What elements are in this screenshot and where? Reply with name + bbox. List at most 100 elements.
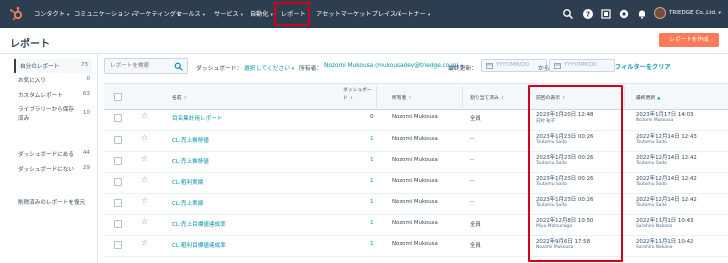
favorite-star-icon[interactable]: ☆ bbox=[141, 154, 148, 163]
row-checkbox[interactable] bbox=[114, 136, 122, 144]
sort-icon: ⇕ bbox=[183, 95, 187, 100]
report-name-link[interactable]: CL:粗利目標値達成率 bbox=[172, 241, 226, 249]
search-input[interactable] bbox=[105, 59, 173, 73]
nav-automation[interactable]: 自動化 ▾ bbox=[250, 9, 273, 18]
favorite-star-icon[interactable]: ☆ bbox=[141, 133, 148, 142]
sort-icon: ⇕ bbox=[500, 95, 505, 100]
assigned-value: -- bbox=[470, 136, 474, 142]
owner-name: Nozomi Mukousa bbox=[392, 136, 438, 142]
date-to-input[interactable]: YYYY/MM/DD bbox=[549, 59, 615, 72]
owner-filter-label: 所有者： bbox=[299, 66, 323, 72]
last-updated-date: 2023年1月17日 14:03 bbox=[636, 112, 694, 118]
search-icon[interactable] bbox=[562, 8, 574, 20]
assigned-value: -- bbox=[470, 199, 474, 205]
sidebar-item-custom-reports[interactable]: カスタムレポート 63 bbox=[18, 91, 90, 99]
restore-deleted-reports-link[interactable]: 削除済みのレポートを復元 bbox=[18, 198, 98, 206]
favorite-star-icon[interactable]: ☆ bbox=[141, 111, 148, 120]
owner-filter-dropdown[interactable]: Nozomi Mukousa (mukousadev@triedge.co.jp… bbox=[324, 63, 463, 69]
avatar[interactable] bbox=[654, 7, 666, 19]
nav-marketing[interactable]: マーケティング ▾ bbox=[133, 9, 180, 18]
dashboard-filter-dropdown[interactable]: 選択してください ▾ bbox=[244, 63, 294, 72]
clear-filters-link[interactable]: フィルターをクリア bbox=[615, 62, 671, 71]
row-checkbox[interactable] bbox=[114, 178, 122, 186]
account-name[interactable]: TRIEDGE Co.,Ltd. ▾ bbox=[669, 10, 721, 16]
chevron-down-icon: ▾ bbox=[427, 13, 431, 18]
last-updated-date: 2022年12月14日 12:42 bbox=[636, 197, 697, 203]
chevron-down-icon: ▾ bbox=[291, 67, 295, 72]
svg-text:?: ? bbox=[586, 11, 590, 19]
report-name-link[interactable]: CL:売上推移値 bbox=[172, 157, 209, 165]
bell-icon[interactable] bbox=[636, 8, 648, 20]
sidebar-item-my-reports[interactable]: 自分のレポート 73 bbox=[14, 59, 92, 73]
row-checkbox[interactable] bbox=[114, 157, 122, 165]
nav-contacts[interactable]: コンタクト ▾ bbox=[34, 9, 69, 18]
nav-asset-marketplace[interactable]: アセットマーケットプレイス ▾ bbox=[316, 9, 400, 18]
page-header bbox=[0, 28, 728, 54]
column-header-last-updated[interactable]: 最終更新 ▲ bbox=[636, 94, 660, 101]
last-updated-user: Tsutomu Saito bbox=[636, 140, 667, 145]
sidebar-item-on-dashboard[interactable]: ダッシュボードにある 44 bbox=[18, 150, 90, 158]
row-checkbox[interactable] bbox=[114, 114, 122, 122]
report-name-link[interactable]: 目名集計用レポート bbox=[172, 114, 222, 122]
sidebar-item-saved-from-library[interactable]: ライブラリーから保存済み 10 bbox=[18, 106, 90, 124]
last-updated-user: Tsutomu Saito bbox=[636, 203, 667, 208]
last-updated-user: Nozomi Mukousa bbox=[636, 118, 674, 123]
owner-name: Nozomi Mukousa bbox=[392, 178, 438, 184]
marketplace-icon[interactable] bbox=[600, 8, 612, 20]
last-updated-user: Sarahiro Nakano bbox=[636, 224, 673, 229]
last-updated-date: 2022年12月14日 12:42 bbox=[636, 155, 697, 161]
table-header bbox=[104, 83, 728, 110]
dashboard-count[interactable]: 1 bbox=[370, 199, 374, 205]
column-header-owner[interactable]: 所有者 ⇕ bbox=[392, 94, 412, 101]
sidebar-item-not-on-dashboard[interactable]: ダッシュボードにない 29 bbox=[18, 165, 90, 173]
dashboard-count[interactable]: 1 bbox=[370, 178, 374, 184]
assigned-value: -- bbox=[470, 157, 474, 163]
chevron-down-icon: ▾ bbox=[66, 13, 70, 18]
row-checkbox[interactable] bbox=[114, 220, 122, 228]
sidebar bbox=[0, 54, 98, 263]
report-name-link[interactable]: CL:売上推移値 bbox=[172, 136, 209, 144]
dashboard-count[interactable]: 1 bbox=[370, 136, 374, 142]
column-header-dashboards[interactable]: ダッシュボード ⇕ bbox=[343, 87, 375, 102]
search-icon[interactable] bbox=[174, 62, 183, 71]
nav-partner[interactable]: パートナー ▾ bbox=[395, 9, 430, 18]
gear-icon[interactable] bbox=[618, 8, 630, 20]
last-updated-date: 2022年12月14日 12:42 bbox=[636, 176, 697, 182]
sidebar-item-favorites[interactable]: お気に入り 0 bbox=[18, 76, 90, 84]
create-report-button[interactable]: レポートを作成 bbox=[659, 33, 719, 47]
dashboard-count: 0 bbox=[370, 114, 374, 120]
favorite-star-icon[interactable]: ☆ bbox=[141, 238, 148, 247]
assigned-value: 全員 bbox=[470, 243, 481, 249]
dashboard-count[interactable]: 1 bbox=[370, 220, 374, 226]
last-viewed-highlight-box bbox=[528, 85, 623, 262]
report-name-link[interactable]: CL:売上目標値達成率 bbox=[172, 220, 226, 228]
row-checkbox[interactable] bbox=[114, 241, 122, 249]
column-header-name[interactable]: 名前 ⇕ bbox=[172, 94, 187, 101]
favorite-star-icon[interactable]: ☆ bbox=[141, 175, 148, 184]
reports-highlight-box bbox=[274, 2, 310, 26]
select-all-checkbox[interactable] bbox=[114, 93, 122, 101]
chevron-down-icon: ▾ bbox=[240, 13, 244, 18]
last-updated-user: Tsutomu Saito bbox=[636, 182, 667, 187]
nav-sales[interactable]: セールス ▾ bbox=[176, 9, 205, 18]
favorite-star-icon[interactable]: ☆ bbox=[141, 217, 148, 226]
dashboard-count[interactable]: 1 bbox=[370, 241, 374, 247]
favorite-star-icon[interactable]: ☆ bbox=[141, 196, 148, 205]
assigned-value: -- bbox=[470, 178, 474, 184]
column-divider bbox=[624, 86, 625, 108]
chevron-down-icon: ▾ bbox=[718, 11, 721, 16]
last-updated-user: Tsutomu Saito bbox=[636, 161, 667, 166]
owner-name: Nozomi Mukousa bbox=[392, 157, 438, 163]
dashboard-count[interactable]: 1 bbox=[370, 157, 374, 163]
owner-name: Nozomi Mukousa bbox=[392, 114, 438, 120]
report-name-link[interactable]: CL:売上実績 bbox=[172, 199, 203, 207]
hubspot-logo-icon[interactable] bbox=[8, 6, 24, 22]
nav-conversations[interactable]: コミュニケーション ▾ bbox=[74, 9, 134, 18]
last-updated-date: 2022年12月14日 12:43 bbox=[636, 134, 697, 140]
report-name-link[interactable]: CL:粗利実績 bbox=[172, 178, 203, 186]
column-header-assigned[interactable]: 割り当て済み ⇕ bbox=[470, 94, 504, 101]
nav-service[interactable]: サービス ▾ bbox=[214, 9, 243, 18]
assigned-value: 全員 bbox=[470, 116, 481, 122]
row-checkbox[interactable] bbox=[114, 199, 122, 207]
help-icon[interactable]: ? bbox=[582, 8, 594, 20]
